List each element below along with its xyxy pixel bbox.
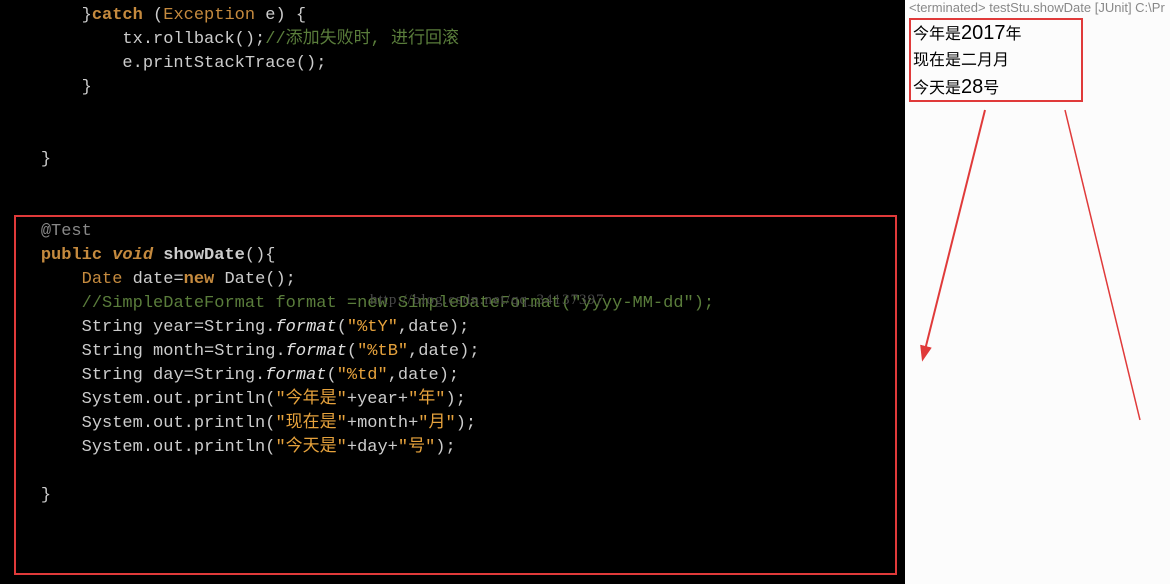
code-l10-format: format (275, 318, 336, 337)
console-output: 今年是2017年 现在是二月月 今天是28号 (913, 20, 1022, 102)
code-l12-open: ( (326, 366, 336, 385)
code-l14-a: System.out.println( (82, 414, 276, 433)
code-l2-stmt: tx.rollback(); (122, 30, 265, 49)
code-l1-end: e) { (255, 6, 306, 25)
code-l5: } (41, 150, 51, 169)
code-l11-end: ,date); (408, 342, 479, 361)
code-l4: } (82, 78, 92, 97)
code-l1-open: ( (143, 6, 163, 25)
code-l7-void: void (112, 246, 153, 265)
output-l1-b: 2017 (961, 22, 1006, 44)
code-l15-s1: "今天是" (275, 438, 346, 457)
code-l11-a: String month=String. (82, 342, 286, 361)
code-l6-annotation: @Test (41, 222, 92, 241)
code-l10-a: String year=String. (82, 318, 276, 337)
code-l7-method: showDate (163, 246, 245, 265)
code-l11-open: ( (347, 342, 357, 361)
code-l15-c: +day+ (347, 438, 398, 457)
code-l12-str: "%td" (337, 366, 388, 385)
code-l15-e: ); (435, 438, 455, 457)
code-l10-open: ( (337, 318, 347, 337)
code-l10-end: ,date); (398, 318, 469, 337)
code-l14-s1: "现在是" (275, 414, 346, 433)
code-l13-e: ); (446, 390, 466, 409)
output-line-3: 今天是28号 (913, 74, 1022, 102)
code-l12-end: ,date); (388, 366, 459, 385)
console-header-text: <terminated> testStu.showDate [JUnit] C:… (909, 0, 1165, 15)
output-l3-a: 今天是 (913, 80, 961, 97)
code-l11-str: "%tB" (357, 342, 408, 361)
code-l14-c: +month+ (347, 414, 418, 433)
code-l15-a: System.out.println( (82, 438, 276, 457)
code-l2-comment: //添加失败时, 进行回滚 (265, 30, 459, 49)
code-l8-var: date= (122, 270, 183, 289)
code-l13-a: System.out.println( (82, 390, 276, 409)
output-line-1: 今年是2017年 (913, 20, 1022, 48)
output-l1-c: 年 (1006, 26, 1022, 43)
code-l14-s2: "月" (418, 414, 455, 433)
output-line-2: 现在是二月月 (913, 48, 1022, 74)
code-l14-e: ); (456, 414, 476, 433)
code-l10-str: "%tY" (347, 318, 398, 337)
console-pane[interactable]: <terminated> testStu.showDate [JUnit] C:… (905, 0, 1170, 584)
code-l1-catch: catch (92, 6, 143, 25)
code-l13-c: +year+ (347, 390, 408, 409)
watermark-text: http://blog.csdn.net/qq_34137397 (370, 292, 605, 309)
code-l7-public: public (41, 246, 102, 265)
output-l1-a: 今年是 (913, 26, 961, 43)
code-l7-end: (){ (245, 246, 276, 265)
code-editor[interactable]: }catch (Exception e) { tx.rollback();//添… (0, 0, 905, 584)
code-l12-format: format (265, 366, 326, 385)
code-l13-s2: "年" (408, 390, 445, 409)
code-l8-ctor: Date(); (214, 270, 296, 289)
code-l15-s2: "号" (398, 438, 435, 457)
code-l1-brace: } (82, 6, 92, 25)
code-block: }catch (Exception e) { tx.rollback();//添… (0, 0, 905, 508)
code-l8-type: Date (82, 270, 123, 289)
code-l11-format: format (286, 342, 347, 361)
code-l12-a: String day=String. (82, 366, 266, 385)
output-l3-b: 28 (961, 76, 983, 98)
output-l3-c: 号 (983, 80, 999, 97)
code-l16-close: } (41, 486, 51, 505)
code-l1-type: Exception (163, 6, 255, 25)
screenshot-stage: }catch (Exception e) { tx.rollback();//添… (0, 0, 1170, 584)
code-l8-new: new (184, 270, 215, 289)
code-l13-s1: "今年是" (275, 390, 346, 409)
code-l3: e.printStackTrace(); (122, 54, 326, 73)
console-header: <terminated> testStu.showDate [JUnit] C:… (905, 0, 1165, 20)
